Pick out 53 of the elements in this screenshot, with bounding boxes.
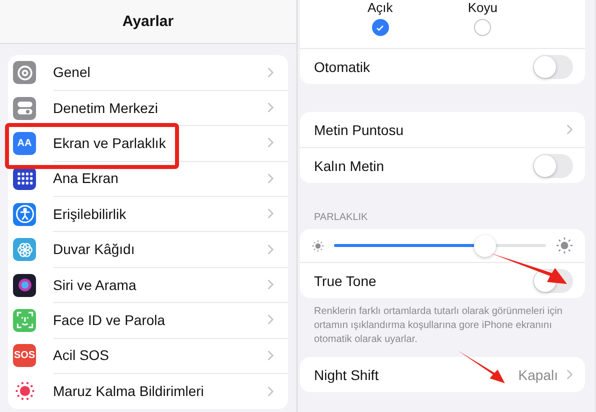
- app-icon: AA: [13, 132, 36, 155]
- chevron-icon[interactable]: [566, 369, 573, 380]
- radio-button[interactable]: [474, 19, 492, 36]
- row-label: Metin Puntosu: [314, 122, 404, 138]
- checkmark-icon: [375, 22, 386, 32]
- brightness-slider[interactable]: [334, 234, 546, 258]
- option-label: Açık: [368, 0, 393, 15]
- chevron-icon[interactable]: [566, 124, 573, 135]
- row-value: Kapalı: [518, 366, 558, 382]
- chevron-icon: [267, 66, 274, 78]
- settings-item[interactable]: Genel: [8, 55, 288, 90]
- settings-item[interactable]: AA Ekran ve Parlaklık: [8, 126, 288, 162]
- radio-button[interactable]: [372, 19, 389, 36]
- item-label: Denetim Merkezi: [53, 100, 158, 116]
- chevron-icon: [267, 386, 274, 397]
- item-label: Acil SOS: [53, 347, 110, 364]
- section-header: PARLAKLIK: [314, 212, 369, 223]
- toggle-switch[interactable]: [533, 154, 573, 178]
- sun-icon: [556, 237, 573, 254]
- chevron-icon: [267, 279, 274, 290]
- chevron-icon: [267, 314, 274, 326]
- settings-item[interactable]: Siri ve Arama: [8, 267, 288, 303]
- settings-item[interactable]: Denetim Merkezi: [8, 90, 288, 126]
- option-label: Koyu: [468, 0, 498, 15]
- sun-icon: [312, 240, 324, 252]
- row-label: Kalın Metin: [314, 158, 386, 174]
- chevron-icon: [267, 244, 274, 255]
- settings-item[interactable]: Erişilebilirlik: [8, 196, 288, 232]
- item-label: Siri ve Arama: [53, 276, 136, 293]
- app-icon: SOS: [13, 344, 36, 368]
- settings-item[interactable]: Duvar Kâğıdı: [8, 232, 288, 268]
- chevron-icon: [267, 350, 274, 361]
- item-label: Maruz Kalma Bildirimleri: [53, 383, 204, 400]
- toggle-switch[interactable]: [533, 54, 573, 78]
- item-label: Ana Ekran: [53, 170, 118, 186]
- settings-item[interactable]: Maruz Kalma Bildirimleri: [8, 374, 288, 409]
- row-label: Night Shift: [314, 366, 380, 382]
- chevron-icon: [267, 102, 274, 114]
- settings-item[interactable]: SOS Acil SOS: [8, 338, 288, 374]
- chevron-icon: [267, 208, 274, 220]
- item-label: Genel: [53, 64, 90, 80]
- settings-item[interactable]: Face ID ve Parola: [8, 302, 288, 338]
- chevron-icon: [267, 172, 274, 184]
- sidebar-title: Ayarlar: [122, 13, 174, 30]
- row-label: Otomatik: [314, 58, 372, 74]
- item-label: Face ID ve Parola: [53, 312, 166, 328]
- item-label: Ekran ve Parlaklık: [53, 134, 166, 151]
- row-label: True Tone: [314, 272, 378, 288]
- item-label: Erişilebilirlik: [53, 206, 126, 222]
- settings-item[interactable]: Ana Ekran: [8, 161, 288, 197]
- footer-text: Renklerin farklı ortamlarda tutarlı olarak görünmeleri için ortamın ışıklandırma koşullarına gore iPhone ekranını otomatik olarak uyarlar.: [313, 305, 564, 347]
- item-label: Duvar Kâğıdı: [53, 241, 135, 258]
- chevron-icon: [267, 137, 274, 148]
